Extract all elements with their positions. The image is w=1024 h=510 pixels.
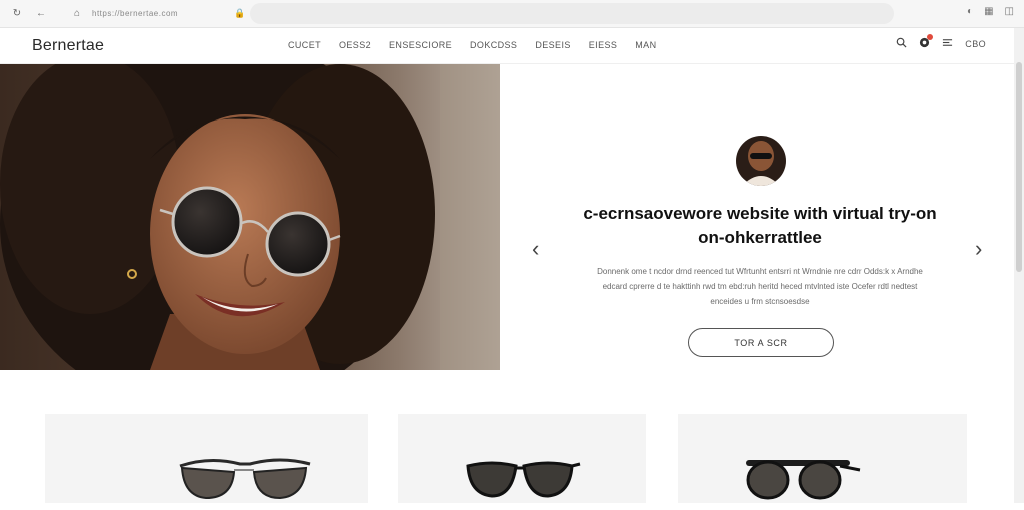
hero-title-line: on-ohkerrattlee (698, 228, 822, 247)
cart-icon[interactable] (919, 34, 934, 51)
nav-item[interactable]: DOKCDSS (470, 40, 517, 50)
nav-item[interactable]: CUCET (288, 40, 321, 50)
product-card[interactable] (398, 414, 646, 503)
menu-grid-icon[interactable]: ▦ (984, 6, 993, 17)
sunglasses-product-image (746, 460, 861, 500)
hero-description-line: Donnenk ome t ncdor drnd reenced tut Wfr… (597, 267, 923, 276)
browser-toolbar: ↻ ← ⌂ https://bernertae.com 🔒 ◐ ▦ ◫ (0, 0, 1024, 28)
hero-title-line: c-ecrnsaovewore website with virtual try… (583, 204, 937, 223)
search-icon[interactable] (896, 37, 907, 51)
currency-selector[interactable]: CBO (965, 39, 986, 49)
back-icon[interactable]: ← (34, 8, 48, 19)
address-bar[interactable] (250, 3, 894, 24)
lock-icon: 🔒 (234, 8, 246, 18)
hero-description: Donnenk ome t ncdor drnd reenced tut Wfr… (570, 264, 950, 309)
main-nav: CUCET OESS2 ENSESCIORE DOKCDSS DESEIS EI… (288, 40, 656, 50)
profile-icon[interactable]: ◫ (1005, 6, 1014, 17)
nav-item[interactable]: MAN (635, 40, 656, 50)
nav-item[interactable]: EIESS (589, 40, 618, 50)
hero-image (0, 64, 500, 370)
carousel-prev-icon[interactable]: ‹ (532, 238, 539, 260)
product-card[interactable] (45, 414, 368, 503)
nav-item[interactable]: DESEIS (535, 40, 570, 50)
hero-description-line: edcard cprerre d te hakttinh rwd tm ebd:… (602, 282, 918, 291)
nav-item[interactable]: ENSESCIORE (389, 40, 452, 50)
hero-copy-panel: c-ecrnsaovewore website with virtual try… (500, 64, 1014, 370)
hero-description-line: enceides u frm stcnsoesdse (710, 297, 810, 306)
brand-logo[interactable]: Bernertae (32, 37, 104, 55)
account-icon[interactable] (942, 37, 953, 51)
url-text[interactable]: https://bernertae.com (92, 9, 178, 18)
hero-title: c-ecrnsaovewore website with virtual try… (520, 202, 1000, 250)
carousel-next-icon[interactable]: › (975, 238, 982, 260)
page-scrollbar[interactable] (1014, 28, 1024, 503)
cart-badge (927, 34, 934, 40)
site-header: Bernertae CUCET OESS2 ENSESCIORE DOKCDSS… (0, 28, 1014, 64)
home-icon[interactable]: ⌂ (70, 8, 84, 19)
product-card[interactable] (678, 414, 967, 503)
reload-icon[interactable]: ↻ (10, 8, 24, 19)
scrollbar-thumb[interactable] (1016, 62, 1022, 272)
nav-item[interactable]: OESS2 (339, 40, 371, 50)
sunglasses-product-image (179, 458, 311, 500)
sunglasses-product-image (466, 461, 581, 498)
try-on-button[interactable]: TOR A SCR (688, 328, 834, 357)
extensions-icon[interactable]: ◐ (967, 6, 973, 17)
avatar (736, 136, 786, 186)
